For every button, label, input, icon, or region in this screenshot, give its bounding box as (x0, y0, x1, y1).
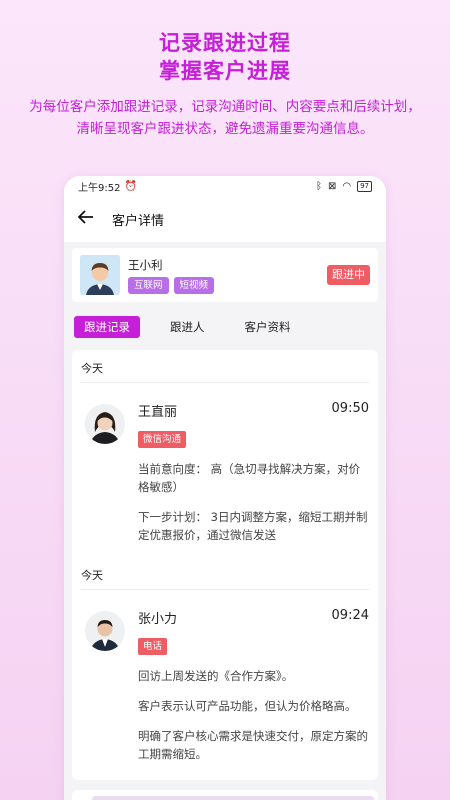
divider (81, 382, 369, 383)
battery-icon: 97 (357, 180, 372, 192)
alarm-off-icon: ⏰ (124, 180, 137, 192)
customer-card[interactable]: 王小利 互联网 短视频 跟进中 (72, 248, 378, 302)
contact-method-tag: 微信沟通 (138, 431, 187, 448)
records-list: 今天 王直丽 09:50 微信沟通 当前意向度： 高（急切寻找解决方案，对价格敏… (72, 350, 378, 780)
record-line: 客户表示认可产品功能，但认为价格略高。 (138, 699, 357, 713)
record-name: 张小力 (138, 612, 178, 627)
record-line: 下一步计划： 3日内调整方案，缩短工期并制定优惠报价，通过微信发送 (138, 510, 368, 542)
promo-description: 为每位客户添加跟进记录，记录沟通时间、内容要点和后续计划，清晰呈现客户跟进状态，… (29, 99, 421, 137)
contact-method-tag: 电话 (138, 638, 168, 655)
status-badge: 跟进中 (327, 265, 370, 285)
wifi-icon: ◠ (342, 180, 352, 192)
record-line: 明确了客户核心需求是快速交付，原定方案的工期需缩短。 (138, 729, 368, 761)
tab-followers[interactable]: 跟进人 (160, 316, 215, 338)
back-arrow-icon[interactable] (77, 210, 94, 228)
customer-name: 王小利 (128, 257, 163, 272)
phone-screen: 上午9:52 ⏰ ᛒ ⊠ ◠ 97 客户详情 王小利 互联网 短视频 跟进中 跟… (64, 176, 386, 800)
tab-follow-records[interactable]: 跟进记录 (74, 316, 140, 338)
status-bar: 上午9:52 ⏰ ᛒ ⊠ ◠ 97 (64, 176, 386, 196)
tab-customer-info[interactable]: 客户资料 (235, 316, 301, 338)
record-line: 当前意向度： 高（急切寻找解决方案，对价格敏感） (138, 462, 361, 494)
app-header: 客户详情 (64, 196, 386, 242)
avatar (85, 611, 125, 651)
page-title: 客户详情 (112, 213, 165, 229)
category-tag: 短视频 (173, 276, 215, 294)
industry-tag: 互联网 (128, 276, 169, 294)
next-card-peek (72, 790, 378, 800)
day-label: 今天 (81, 362, 103, 375)
record-time: 09:50 (331, 401, 369, 416)
record-time: 09:24 (331, 608, 369, 623)
sim-icon: ⊠ (327, 180, 337, 192)
bluetooth-icon: ᛒ (315, 180, 322, 192)
status-time: 上午9:52 (78, 182, 121, 194)
tab-bar: 跟进记录 跟进人 客户资料 (74, 316, 301, 338)
avatar (85, 404, 125, 444)
promo-title-line2: 掌握客户进展 (159, 59, 291, 83)
avatar (80, 255, 120, 295)
divider (81, 589, 369, 590)
day-label: 今天 (81, 569, 103, 582)
bottom-bar (92, 796, 374, 800)
promo-title-line1: 记录跟进过程 (159, 31, 291, 55)
record-line: 回访上周发送的《合作方案》。 (138, 669, 294, 683)
record-name: 王直丽 (138, 405, 178, 420)
